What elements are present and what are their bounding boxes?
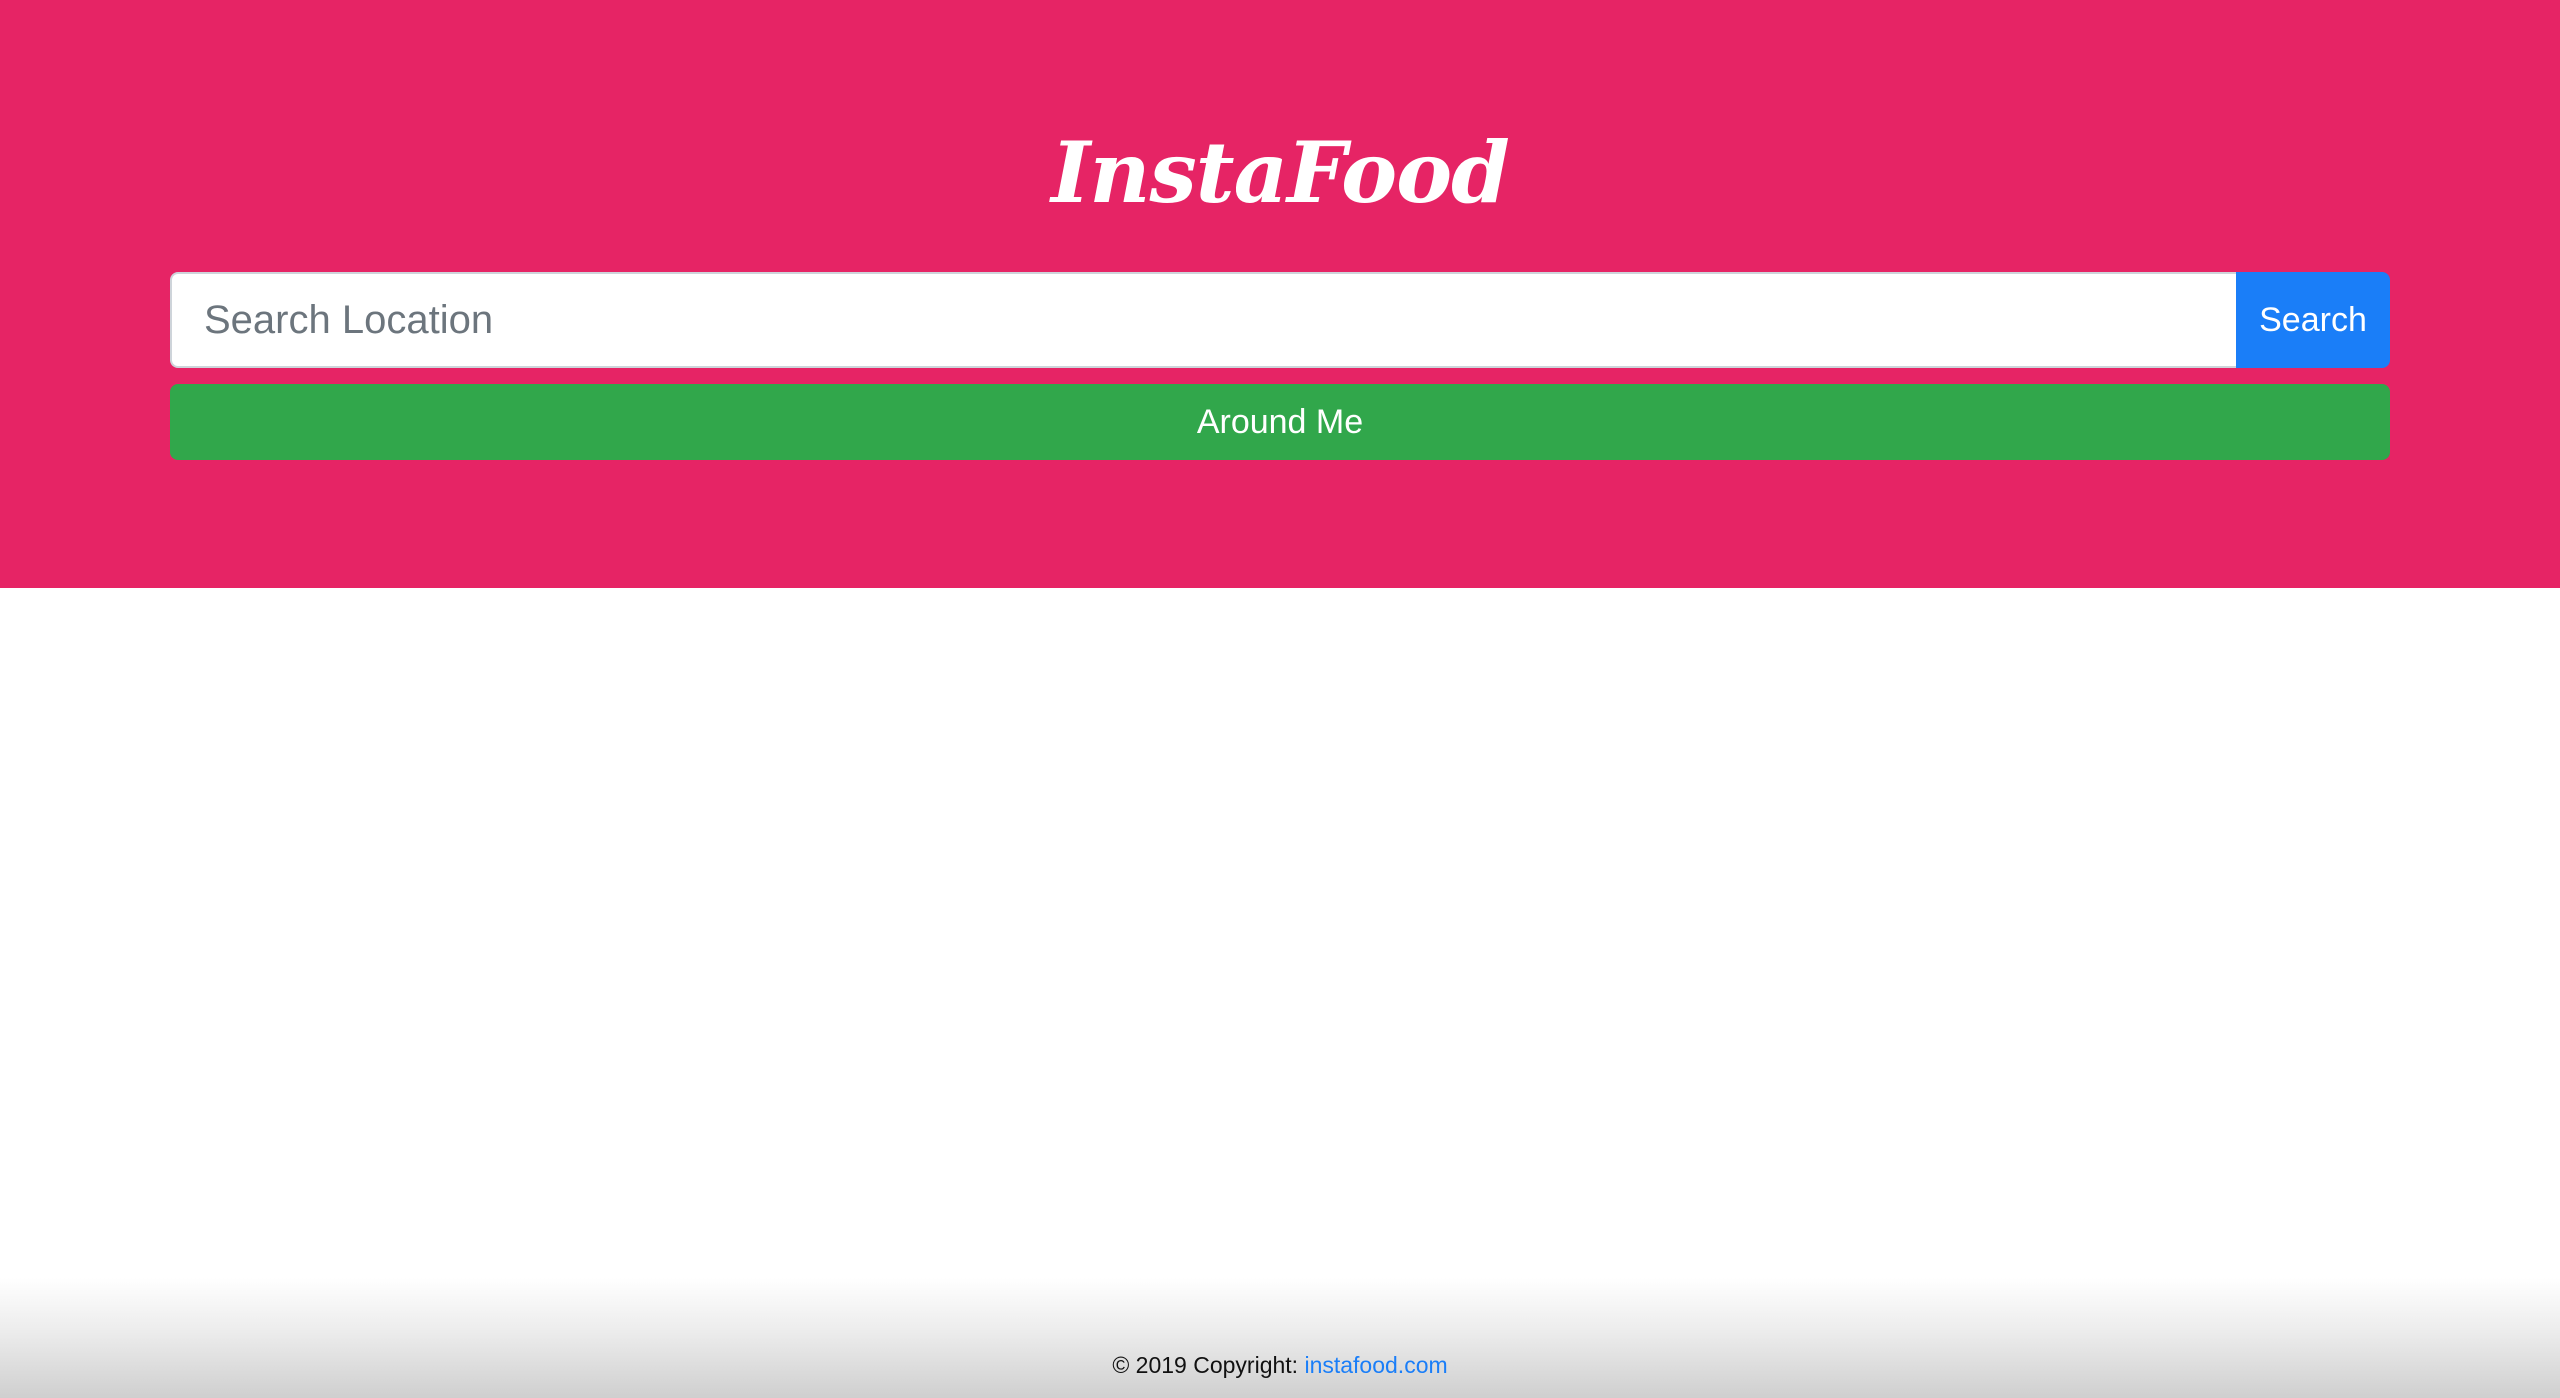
footer: [0, 1278, 2560, 1398]
footer-copyright: © 2019 Copyright: instafood.com: [0, 1350, 2560, 1380]
hero-banner: InstaFood Search Around Me: [0, 0, 2560, 588]
around-me-button[interactable]: Around Me: [170, 384, 2390, 460]
results-area: [0, 588, 2560, 1278]
search-button[interactable]: Search: [2236, 272, 2390, 368]
footer-site-link[interactable]: instafood.com: [1304, 1352, 1447, 1378]
brand-logo-text: InstaFood: [1051, 123, 1510, 222]
search-location-input[interactable]: [170, 272, 2236, 368]
search-form: Search: [170, 272, 2390, 368]
copyright-text: © 2019 Copyright:: [1112, 1352, 1299, 1378]
